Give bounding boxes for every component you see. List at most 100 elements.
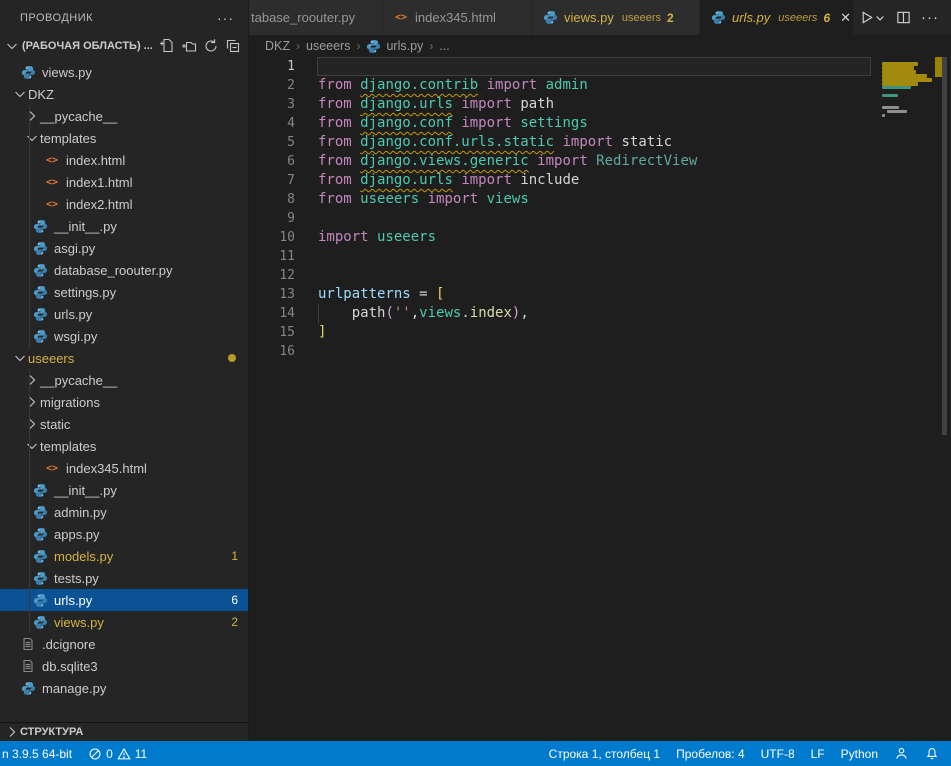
breadcrumb-item-useeers[interactable]: useeers — [306, 39, 350, 53]
encoding-item[interactable]: UTF-8 — [753, 741, 803, 766]
tree-indent-guide — [29, 105, 30, 347]
collapse-all-button[interactable] — [224, 37, 242, 55]
explorer-more-actions-icon[interactable]: ··· — [217, 10, 234, 26]
tree-item-views.py[interactable]: views.py — [0, 61, 248, 83]
python-icon — [33, 307, 48, 322]
feedback-icon — [894, 746, 909, 761]
editor-group: tabase_roouter.py<>index345.html views.py… — [249, 0, 951, 741]
more-actions-button[interactable]: ··· — [917, 5, 943, 31]
tab-urls.py[interactable]: urls.pyuseeers6✕ — [700, 0, 854, 35]
new-folder-button[interactable] — [180, 37, 198, 55]
tree-item-admin.py[interactable]: admin.py — [0, 501, 248, 523]
problem-count-badge: 1 — [231, 549, 238, 563]
tree-item-__init__.py[interactable]: __init__.py — [0, 215, 248, 237]
tree-item-DKZ[interactable]: DKZ — [0, 83, 248, 105]
tree-item-models.py[interactable]: models.py1 — [0, 545, 248, 567]
chevron-right-icon — [4, 724, 20, 740]
tree-item-templates[interactable]: templates — [0, 127, 248, 149]
split-editor-button[interactable] — [892, 5, 915, 31]
tab-views.py[interactable]: views.pyuseeers2 — [532, 0, 700, 35]
tree-item-__init__.py[interactable]: __init__.py — [0, 479, 248, 501]
tree-item-urls.py[interactable]: urls.py6 — [0, 589, 248, 611]
line-number: 3 — [249, 95, 295, 114]
new-file-button[interactable] — [158, 37, 176, 55]
breadcrumb-item-...[interactable]: ... — [439, 39, 449, 53]
error-count: 0 — [106, 747, 113, 761]
tree-item-label: index1.html — [66, 175, 132, 190]
tree-item-label: index345.html — [66, 461, 147, 476]
tree-item-label: db.sqlite3 — [42, 659, 98, 674]
close-icon[interactable]: ✕ — [840, 10, 851, 26]
workspace-section-header[interactable]: (РАБОЧАЯ ОБЛАСТЬ) ... — [0, 35, 248, 57]
code-line-6: 6from django.views.generic import Redire… — [249, 152, 951, 171]
line-number: 10 — [249, 228, 295, 247]
warning-count: 11 — [135, 747, 147, 761]
refresh-button[interactable] — [202, 37, 220, 55]
minimap-line — [882, 114, 885, 117]
tree-item-database_roouter.py[interactable]: database_roouter.py — [0, 259, 248, 281]
tree-item-static[interactable]: static — [0, 413, 248, 435]
chevron-down-icon — [24, 130, 40, 146]
explorer-sidebar: ПРОВОДНИК ··· (РАБОЧАЯ ОБЛАСТЬ) ... view… — [0, 0, 249, 741]
tree-item-index345.html[interactable]: <>index345.html — [0, 457, 248, 479]
code-editor[interactable]: 12from django.contrib import admin3from … — [249, 57, 951, 741]
tree-item-useeers[interactable]: useeers — [0, 347, 248, 369]
code-line-8: 8from useeers import views — [249, 190, 951, 209]
bell-icon — [925, 747, 939, 761]
tab-directory-hint: useeers — [622, 12, 661, 24]
tree-item-apps.py[interactable]: apps.py — [0, 523, 248, 545]
overview-ruler-warning-mark — [935, 57, 942, 77]
python-interpreter-item[interactable]: n 3.9.5 64-bit — [0, 741, 80, 766]
problems-item[interactable]: 0 11 — [80, 741, 155, 766]
cursor-position-item[interactable]: Строка 1, столбец 1 — [541, 741, 668, 766]
outline-section-header[interactable]: СТРУКТУРА — [0, 722, 248, 741]
indentation-item[interactable]: Пробелов: 4 — [668, 741, 753, 766]
problem-count-badge: 6 — [231, 593, 238, 607]
file-icon — [20, 636, 36, 652]
tree-item-label: .dcignore — [42, 637, 95, 652]
tree-item-migrations[interactable]: migrations — [0, 391, 248, 413]
tree-item-urls.py[interactable]: urls.py — [0, 303, 248, 325]
tree-item-label: __pycache__ — [40, 109, 117, 124]
tree-item-label: __init__.py — [54, 483, 117, 498]
current-line-highlight — [317, 57, 871, 76]
tree-item-wsgi.py[interactable]: wsgi.py — [0, 325, 248, 347]
tab-label: views.py — [564, 10, 614, 25]
tree-item-label: admin.py — [54, 505, 107, 520]
tree-item-index.html[interactable]: <>index.html — [0, 149, 248, 171]
tree-item-__pycache__[interactable]: __pycache__ — [0, 105, 248, 127]
tree-item-.dcignore[interactable]: .dcignore — [0, 633, 248, 655]
language-mode-item[interactable]: Python — [833, 741, 886, 766]
tree-item-__pycache__[interactable]: __pycache__ — [0, 369, 248, 391]
tree-item-templates[interactable]: templates — [0, 435, 248, 457]
feedback-item[interactable] — [886, 741, 917, 766]
tree-item-index2.html[interactable]: <>index2.html — [0, 193, 248, 215]
notifications-item[interactable] — [917, 741, 947, 766]
tree-item-manage.py[interactable]: manage.py — [0, 677, 248, 699]
tab-index345.html[interactable]: <>index345.html — [383, 0, 532, 35]
breadcrumb-separator-icon: › — [356, 39, 360, 53]
breadcrumb-item-urls.py[interactable]: urls.py — [366, 39, 423, 54]
python-icon — [33, 593, 48, 608]
run-button[interactable] — [855, 5, 890, 31]
eol-item[interactable]: LF — [803, 741, 833, 766]
code-text: from django.contrib import admin — [318, 76, 588, 95]
tree-item-views.py[interactable]: views.py2 — [0, 611, 248, 633]
tab-label: urls.py — [732, 10, 770, 25]
chevron-down-small-icon — [874, 12, 886, 24]
editor-scrollbar[interactable] — [942, 57, 947, 435]
eol-label: LF — [811, 747, 825, 761]
tree-item-label: index.html — [66, 153, 125, 168]
breadcrumb-separator-icon: › — [429, 39, 433, 53]
split-editor-icon — [896, 10, 911, 25]
tree-item-settings.py[interactable]: settings.py — [0, 281, 248, 303]
tree-item-asgi.py[interactable]: asgi.py — [0, 237, 248, 259]
tree-item-tests.py[interactable]: tests.py — [0, 567, 248, 589]
tree-item-index1.html[interactable]: <>index1.html — [0, 171, 248, 193]
minimap[interactable] — [878, 57, 940, 377]
tab-tabase_roouter.py[interactable]: tabase_roouter.py — [249, 0, 383, 35]
tree-item-db.sqlite3[interactable]: db.sqlite3 — [0, 655, 248, 677]
breadcrumb-separator-icon: › — [296, 39, 300, 53]
breadcrumb-item-DKZ[interactable]: DKZ — [265, 39, 290, 53]
minimap-line — [882, 86, 911, 89]
